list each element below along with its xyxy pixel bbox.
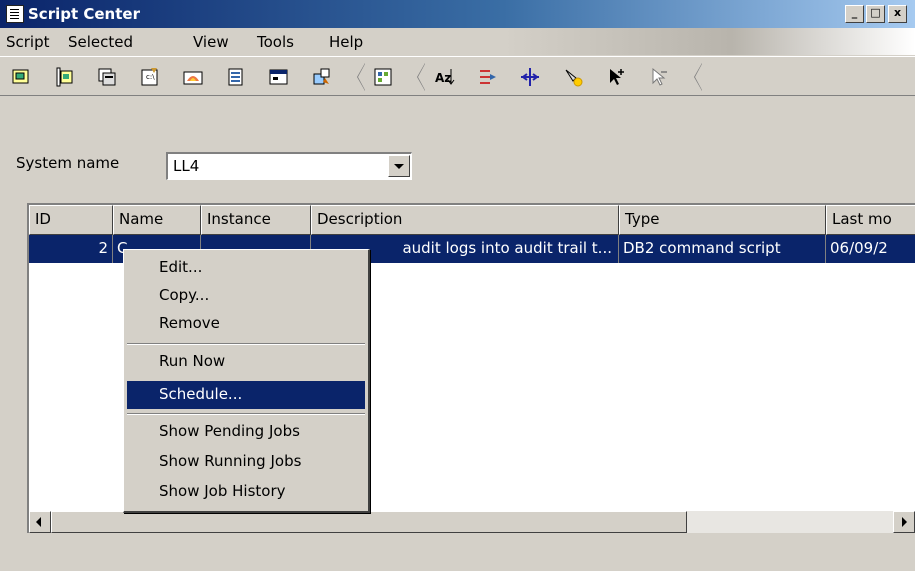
dropdown-arrow-icon[interactable] [388,155,410,177]
minimize-button[interactable]: _ [845,5,864,23]
search-icon[interactable] [562,66,584,88]
menu-separator [127,413,365,415]
menu-script[interactable]: Script [6,33,50,51]
config-icon[interactable] [372,66,394,88]
cell-id: 2 [29,235,113,263]
new-folder-icon[interactable] [53,66,75,88]
arrow-right-icon [902,517,907,527]
toolbar-separator [694,63,702,91]
menu-tools[interactable]: Tools [257,33,294,51]
menu-separator [127,343,365,345]
system-name-combobox[interactable]: LL4 [166,152,412,180]
column-header-name[interactable]: Name [113,205,201,235]
menu-item-copy[interactable]: Copy... [127,282,365,310]
column-header-last-modified[interactable]: Last mo [826,205,915,235]
scroll-right-button[interactable] [893,511,915,533]
script-center-window: Script Center _ □ x Script Selected View… [0,0,915,571]
menu-selected[interactable]: Selected [68,33,133,51]
system-name-value: LL4 [173,157,200,175]
scroll-left-button[interactable] [29,511,51,533]
properties-icon[interactable] [268,66,290,88]
menu-item-schedule[interactable]: Schedule... [127,381,365,409]
maximize-button[interactable]: □ [866,5,885,23]
new-script-icon[interactable] [10,66,32,88]
toolbar: c:\ Az [0,56,915,96]
title-bar[interactable]: Script Center _ □ x [0,0,915,28]
menu-item-remove[interactable]: Remove [127,310,365,338]
svg-text:c:\: c:\ [146,73,155,81]
pointer-add-icon[interactable] [605,66,627,88]
toolbar-separator [417,63,425,91]
menu-bar: Script Selected View Tools Help [0,28,915,55]
column-header-type[interactable]: Type [619,205,826,235]
pointer-remove-icon[interactable] [648,66,670,88]
edit-icon[interactable]: c:\ [139,66,161,88]
column-header-instance[interactable]: Instance [201,205,311,235]
column-header-description[interactable]: Description [311,205,619,235]
menu-item-run-now[interactable]: Run Now [127,348,365,376]
menu-item-edit[interactable]: Edit... [127,254,365,282]
app-icon [6,5,24,23]
refresh-icon[interactable] [311,66,333,88]
svg-text:Az: Az [435,71,451,85]
schedule-icon[interactable] [225,66,247,88]
system-name-label: System name [16,154,120,172]
menu-item-show-pending-jobs[interactable]: Show Pending Jobs [127,418,365,446]
filter-icon[interactable] [476,66,498,88]
close-button[interactable]: x [888,5,907,23]
run-icon[interactable] [182,66,204,88]
window-title: Script Center [28,5,140,23]
menu-view[interactable]: View [193,33,229,51]
menu-item-show-job-history[interactable]: Show Job History [127,478,365,506]
cell-last-modified: 06/09/2 [830,239,888,257]
sort-icon[interactable]: Az [433,66,455,88]
scroll-thumb[interactable] [51,511,687,533]
menu-item-show-running-jobs[interactable]: Show Running Jobs [127,448,365,476]
import-icon[interactable] [96,66,118,88]
horizontal-scrollbar[interactable] [29,511,915,533]
column-header-id[interactable]: ID [29,205,113,235]
cell-type: DB2 command script [619,235,826,263]
arrow-left-icon [36,517,41,527]
menu-help[interactable]: Help [329,33,363,51]
toolbar-separator [357,63,365,91]
context-menu: Edit... Copy... Remove Run Now Schedule.… [123,249,370,513]
move-icon[interactable] [519,66,541,88]
